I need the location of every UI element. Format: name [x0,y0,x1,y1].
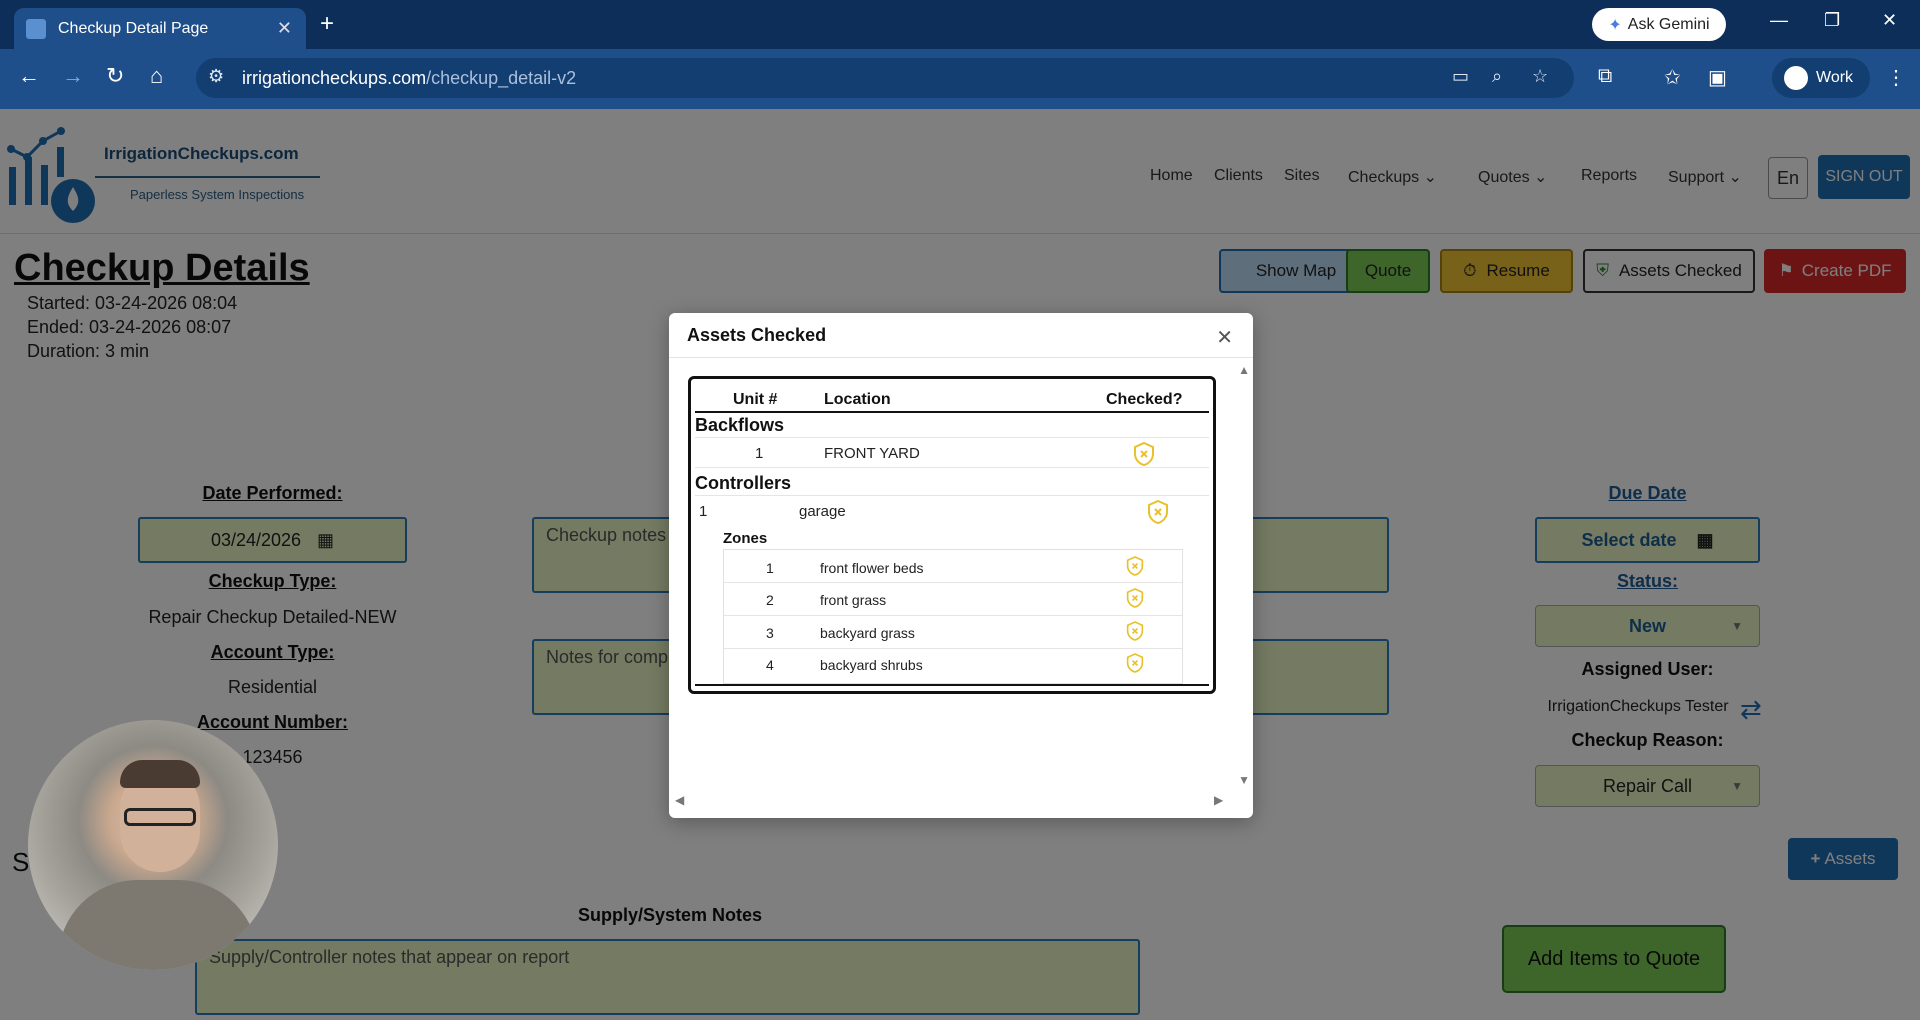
zone-unit: 1 [766,560,774,576]
backflow-location: FRONT YARD [824,445,920,462]
col-checked: Checked? [1106,391,1183,408]
assets-table: Unit # Location Checked? Backflows 1 FRO… [688,376,1216,694]
url-domain: irrigationcheckups.com [242,67,427,88]
zones-heading: Zones [723,530,768,547]
controller-unit: 1 [699,503,708,520]
new-tab-icon[interactable]: + [320,10,334,38]
webcam-shirt [58,880,258,970]
shield-x-icon [1126,653,1144,673]
home-icon[interactable]: ⌂ [150,63,163,89]
back-icon[interactable]: ← [18,63,40,89]
zone-unit: 3 [766,625,774,641]
zone-unit: 2 [766,592,774,608]
row-divider [724,582,1182,583]
install-app-icon[interactable]: ▭ [1452,66,1469,87]
tab-search-icon[interactable]: ▣ [1708,65,1727,90]
zoom-icon[interactable]: ⌕ [1492,66,1502,87]
shield-x-icon [1134,442,1154,466]
webcam-hair [120,760,200,788]
ask-gemini-button[interactable]: ✦ Ask Gemini [1592,8,1726,41]
site-favicon-icon [26,18,46,39]
extensions-icon[interactable]: ⧉ [1598,65,1612,88]
forward-icon[interactable]: → [62,63,84,89]
assets-checked-modal: Assets Checked ✕ ▲ ▼ ◀ ▶ Unit # Location… [669,313,1253,818]
minimize-icon[interactable]: — [1770,10,1788,31]
zone-unit: 4 [766,657,774,673]
gemini-sparkle-icon: ✦ [1608,16,1622,34]
zone-location: front flower beds [820,560,924,576]
row-divider [724,615,1182,616]
backflow-unit: 1 [755,445,764,462]
shield-x-icon [1126,588,1144,608]
header-rule [695,411,1209,413]
close-icon[interactable]: ✕ [1216,325,1233,350]
profile-avatar [1784,66,1808,90]
zone-location: front grass [820,592,887,608]
ask-gemini-label: Ask Gemini [1627,15,1710,33]
reload-icon[interactable]: ↻ [106,63,124,89]
footer-rule [695,684,1209,686]
browser-tab-strip: Checkup Detail Page ✕ + ✦ Ask Gemini — ❐… [0,0,1920,49]
col-unit: Unit # [733,391,778,408]
browser-tab[interactable]: Checkup Detail Page ✕ [14,8,306,49]
zone-location: backyard grass [820,625,915,641]
bookmark-star-icon[interactable]: ☆ [1532,66,1548,87]
modal-title: Assets Checked [669,313,1253,358]
controller-location: garage [799,503,846,520]
close-tab-icon[interactable]: ✕ [277,18,292,39]
zone-location: backyard shrubs [820,657,923,673]
zones-table: 1 front flower beds 2 front grass 3 back… [723,549,1183,684]
row-divider [695,437,1209,438]
scroll-up-icon[interactable]: ▲ [1238,363,1250,377]
controllers-heading: Controllers [695,473,792,493]
webcam-glasses [124,808,196,826]
webcam-overlay [28,720,278,970]
scroll-left-icon[interactable]: ◀ [675,793,684,807]
col-location: Location [824,391,891,408]
row-divider [724,648,1182,649]
row-divider [695,467,1209,468]
restore-icon[interactable]: ❐ [1824,10,1840,31]
tab-title: Checkup Detail Page [58,19,209,37]
scroll-right-icon[interactable]: ▶ [1214,793,1223,807]
browser-toolbar: ← → ↻ ⌂ ⚙ irrigationcheckups.com/checkup… [0,49,1920,109]
site-info-icon[interactable]: ⚙ [208,66,224,87]
bookmarks-icon[interactable]: ✩ [1664,65,1681,90]
profile-button[interactable]: Work [1772,58,1870,98]
shield-x-icon [1126,621,1144,641]
profile-label: Work [1816,69,1854,86]
url-path: /checkup_detail-v2 [426,67,577,88]
address-bar[interactable]: ⚙ irrigationcheckups.com/checkup_detail-… [196,58,1574,98]
shield-x-icon [1148,500,1168,524]
shield-x-icon [1126,556,1144,576]
close-window-icon[interactable]: ✕ [1882,10,1897,31]
row-divider [695,495,1209,496]
browser-menu-icon[interactable]: ⋮ [1886,65,1906,90]
scroll-down-icon[interactable]: ▼ [1238,773,1250,787]
backflows-heading: Backflows [695,415,785,435]
